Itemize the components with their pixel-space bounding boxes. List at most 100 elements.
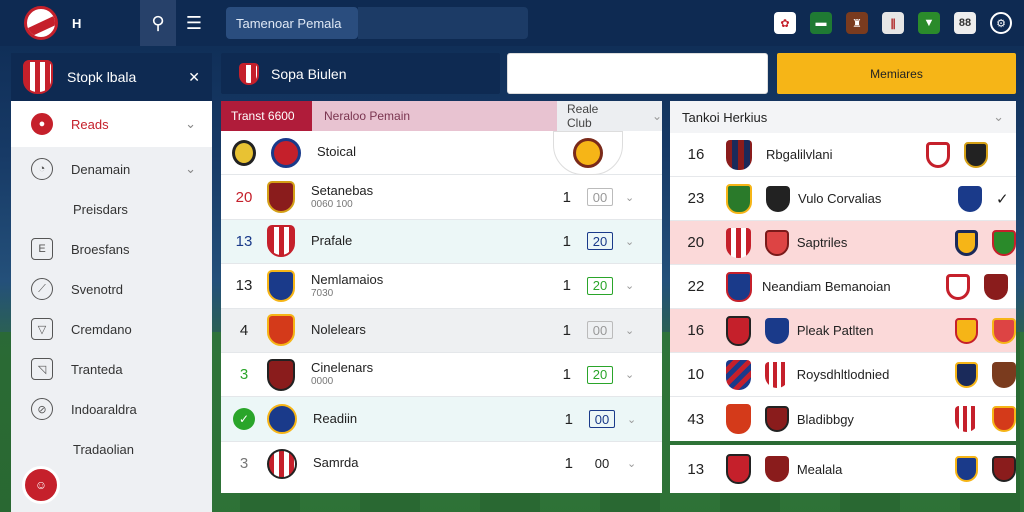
player-name: Prafale xyxy=(311,233,353,248)
search-input[interactable]: Tamenoar Pemala xyxy=(226,7,358,39)
player-chip[interactable]: 00 xyxy=(587,188,613,207)
player-rank: 3 xyxy=(239,366,249,384)
column-header[interactable]: Neraloo Pemain xyxy=(312,101,557,131)
sidebar-item-tradaolian[interactable]: Tradaolian xyxy=(11,429,212,469)
app-logo[interactable]: H xyxy=(0,0,140,46)
club-logo-cell xyxy=(553,130,623,175)
chevron-down-icon[interactable]: ⌄ xyxy=(625,324,634,337)
player-chip[interactable]: 20 xyxy=(587,365,613,384)
mascot-icon[interactable]: ✿ xyxy=(774,12,796,34)
player-name: Readiin xyxy=(313,410,358,426)
club-crest-icon xyxy=(766,185,790,212)
club-crest-icon xyxy=(267,404,297,435)
club-crest-icon xyxy=(725,227,752,258)
standings-row[interactable]: 20 Saptriles xyxy=(670,221,1016,265)
chevron-down-icon: ⌄ xyxy=(185,161,196,176)
player-score: 1 xyxy=(562,277,571,295)
player-chip[interactable]: 00 xyxy=(589,410,615,429)
settings-icon[interactable]: ⚙ xyxy=(990,12,1012,34)
club-crest-icon xyxy=(573,137,603,168)
standings-row[interactable]: 16 Rbgalilvlani xyxy=(670,133,1016,177)
flag-icon[interactable]: ▬ xyxy=(810,12,832,34)
check-icon: ✓ xyxy=(996,190,1009,208)
avatar[interactable]: ☺ xyxy=(22,466,60,504)
team-rank: 23 xyxy=(687,190,705,207)
table-row[interactable]: 4 Nolelears 1 00 ⌄ xyxy=(221,308,662,353)
table-row[interactable]: 3 Cinelenars 0000 1 20 ⌄ xyxy=(221,353,662,398)
club-crest-icon[interactable]: ♜ xyxy=(846,12,868,34)
shield-outline-icon: ▽ xyxy=(31,318,53,340)
team-rank: 20 xyxy=(687,234,705,251)
table-row[interactable]: 3 Samrda 1 00 ⌄ xyxy=(221,442,662,486)
sidebar-title: Stopk lbala xyxy=(67,69,137,85)
table-row[interactable]: 20 Setanebas 0060 100 1 00 ⌄ xyxy=(221,175,662,220)
standings-row[interactable]: 10 Roysdhltlodnied xyxy=(670,353,1016,397)
shield-icon[interactable]: ▼ xyxy=(918,12,940,34)
player-chip[interactable]: 00 xyxy=(589,455,615,473)
standings-row[interactable]: 16 Pleak Patlten xyxy=(670,309,1017,353)
team-name: Neandiam Bemanoian xyxy=(762,279,891,294)
club-crest-icon xyxy=(992,229,1016,256)
chevron-down-icon[interactable]: ⌄ xyxy=(625,235,634,248)
team-rank: 10 xyxy=(687,366,705,383)
standings-row[interactable]: 43 Bladibbgy xyxy=(670,397,1016,441)
sidebar-item-reads[interactable]: ● Reads ⌄ xyxy=(11,101,212,147)
table-header: Transt 6600 Neraloo Pemain Reale Club ⌄ xyxy=(221,101,662,131)
logo-text: H xyxy=(72,15,82,31)
player-name: Setanebas xyxy=(311,182,374,198)
striped-crest-icon[interactable]: ∥ xyxy=(882,12,904,34)
chevron-down-icon[interactable]: ⌄ xyxy=(627,413,636,426)
standings-row[interactable]: 22 Neandiam Bemanoian xyxy=(670,265,1016,309)
player-score: 1 xyxy=(562,321,571,339)
player-icon xyxy=(232,139,256,166)
sidebar-item-broesfans[interactable]: E Broesfans xyxy=(11,229,212,269)
club-crest-icon xyxy=(992,361,1016,388)
table-row[interactable]: 13 Prafale 1 20 ⌄ xyxy=(221,219,662,265)
table-row[interactable]: 13 Nemlamaios 7030 1 20 ⌄ xyxy=(221,264,662,309)
player-chip[interactable]: 20 xyxy=(587,276,613,295)
sidebar-item-svenotrd[interactable]: ⟋ Svenotrd xyxy=(11,269,212,309)
team-name: Pleak Patlten xyxy=(796,323,874,338)
filter-input[interactable] xyxy=(507,53,768,94)
chevron-down-icon[interactable]: ⌄ xyxy=(625,279,634,292)
team-name: Rbgalilvlani xyxy=(766,147,833,162)
sidebar-item-label: Preisdars xyxy=(73,201,128,217)
team-rank: 13 xyxy=(687,460,705,478)
clock-slash-icon: ⊘ xyxy=(31,398,53,420)
sidebar-item-cremdano[interactable]: ▽ Cremdano xyxy=(11,309,212,349)
player-chip[interactable]: 20 xyxy=(587,232,613,251)
player-name: Nemlamaios xyxy=(311,271,384,287)
column-header[interactable]: Transt 6600 xyxy=(221,101,312,131)
standings-header[interactable]: Tankoi Herkius ⌄ xyxy=(670,101,1016,133)
team-rank: 22 xyxy=(687,278,705,295)
club-crest-icon xyxy=(954,317,979,344)
club-crest-icon xyxy=(926,141,950,168)
sidebar-item-indoaraldra[interactable]: ⊘ Indoaraldra xyxy=(11,389,212,429)
chevron-down-icon[interactable]: ⌄ xyxy=(625,191,634,204)
search-icon[interactable]: ⚲ xyxy=(140,0,176,46)
close-icon[interactable]: ✕ xyxy=(188,69,200,86)
player-rank: 4 xyxy=(239,321,249,339)
sidebar-item-denamain[interactable]: ◔ Denamain ⌄ xyxy=(11,149,212,189)
sidebar-item-label: Broesfans xyxy=(71,241,130,257)
sidebar-item-tranteda[interactable]: ◹ Tranteda xyxy=(11,349,212,389)
table-row[interactable]: ✓ Readiin 1 00 ⌄ xyxy=(221,397,662,442)
stats-icon[interactable]: 88 xyxy=(954,12,976,34)
sidebar-item-label: Reads xyxy=(71,116,109,132)
table-row[interactable]: Stoical xyxy=(221,130,662,176)
club-crest-icon xyxy=(267,225,295,258)
player-chip[interactable]: 00 xyxy=(587,321,613,340)
members-button[interactable]: Memiares xyxy=(777,53,1016,94)
compass-icon: ⟋ xyxy=(31,278,53,300)
standings-row[interactable]: 23 Vulo Corvalias ✓ xyxy=(670,177,1016,221)
menu-icon[interactable]: ☰ xyxy=(176,0,212,46)
chevron-down-icon[interactable]: ⌄ xyxy=(625,368,634,381)
chevron-down-icon[interactable]: ⌄ xyxy=(627,457,636,470)
player-score: 1 xyxy=(562,188,571,206)
player-score: 1 xyxy=(562,232,571,250)
sidebar-item-preisdars[interactable]: Preisdars xyxy=(11,189,212,229)
chevron-down-icon: ⌄ xyxy=(993,109,1004,124)
logo-ball-icon xyxy=(24,6,58,40)
standings-footer-row[interactable]: 13 Mealala xyxy=(670,445,1017,493)
column-header-club[interactable]: Reale Club ⌄ xyxy=(557,101,662,131)
